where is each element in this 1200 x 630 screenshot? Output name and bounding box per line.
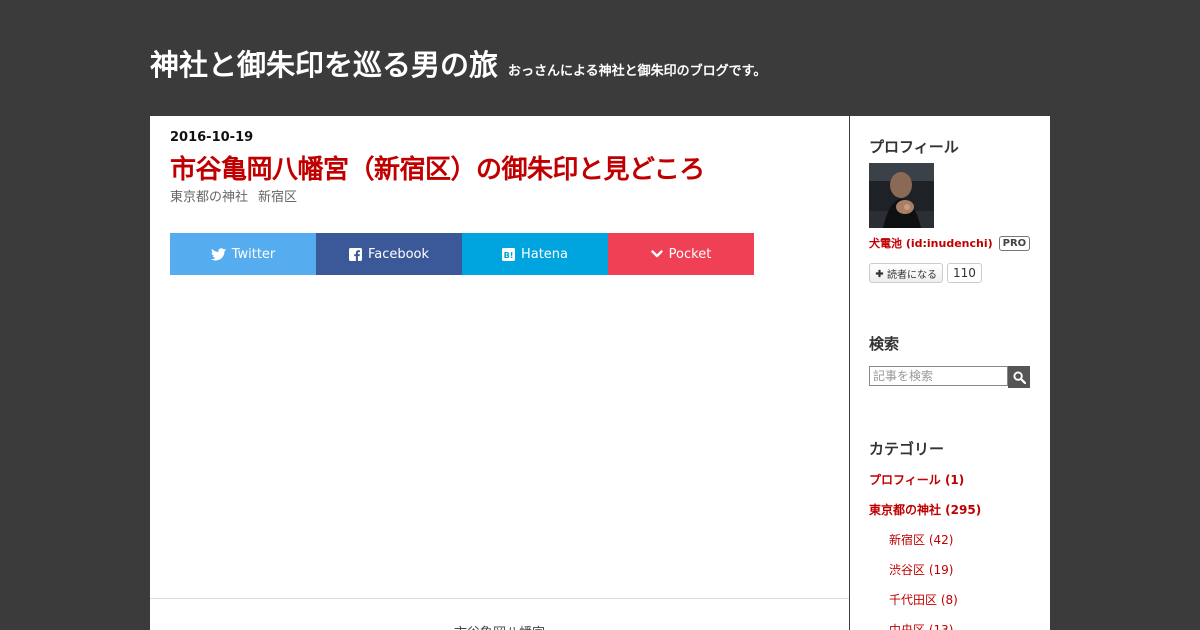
blog-title-link[interactable]: 神社と御朱印を巡る男の旅 bbox=[150, 42, 498, 84]
hatena-bookmark-button[interactable]: B! Hatena bbox=[462, 233, 608, 275]
profile-heading: プロフィール bbox=[869, 138, 959, 156]
search-icon bbox=[1012, 370, 1026, 384]
pocket-chevron-icon bbox=[650, 250, 663, 258]
map-caption: 市谷亀岡八幡宮 bbox=[150, 622, 849, 630]
main-content: 2016-10-19 市谷亀岡八幡宮（新宿区）の御朱印と見どころ 東京都の神社 … bbox=[150, 116, 849, 630]
plus-icon bbox=[875, 269, 884, 277]
entry-category-link[interactable]: 新宿区 bbox=[258, 186, 297, 205]
facebook-icon bbox=[348, 247, 362, 261]
pro-badge[interactable]: PRO bbox=[998, 235, 1031, 251]
facebook-label: Facebook bbox=[367, 246, 430, 262]
category-link-shibuya[interactable]: 渋谷区 (19) bbox=[869, 561, 981, 591]
subscribe-label: 読者になる bbox=[887, 269, 937, 281]
blog-header: 神社と御朱印を巡る男の旅 おっさんによる神社と御朱印のブログです。 bbox=[150, 42, 766, 84]
profile-avatar[interactable] bbox=[869, 163, 934, 228]
subscribe-row: 読者になる 110 bbox=[869, 263, 982, 283]
content-divider bbox=[150, 598, 849, 599]
entry-date[interactable]: 2016-10-19 bbox=[170, 130, 253, 145]
search-button[interactable] bbox=[1008, 366, 1030, 388]
search-input[interactable] bbox=[869, 366, 1008, 386]
sidebar: プロフィール 犬電池 (id:inudenchi) PRO 読者になる 110 … bbox=[850, 116, 1050, 630]
categories-heading: カテゴリー bbox=[869, 440, 945, 458]
twitter-label: Twitter bbox=[231, 246, 276, 262]
search-form bbox=[869, 366, 1030, 388]
share-buttons: Twitter Facebook B! Hatena Pocket bbox=[170, 233, 754, 275]
search-heading: 検索 bbox=[869, 335, 900, 353]
category-link-chuo[interactable]: 中央区 (13) bbox=[869, 621, 981, 630]
profile-name-row: 犬電池 (id:inudenchi) PRO bbox=[869, 235, 1031, 251]
entry-categories: 東京都の神社 新宿区 bbox=[170, 186, 297, 205]
entry-title-link[interactable]: 市谷亀岡八幡宮（新宿区）の御朱印と見どころ bbox=[170, 149, 705, 186]
twitter-icon bbox=[210, 247, 226, 260]
hatena-label: Hatena bbox=[520, 246, 569, 262]
profile-name-link[interactable]: 犬電池 (id:inudenchi) bbox=[869, 235, 993, 251]
pocket-save-button[interactable]: Pocket bbox=[608, 233, 754, 275]
category-link-shinjuku[interactable]: 新宿区 (42) bbox=[869, 531, 981, 561]
avatar-photo bbox=[869, 163, 934, 228]
entry-category-link[interactable]: 東京都の神社 bbox=[170, 186, 248, 205]
category-link-chiyoda[interactable]: 千代田区 (8) bbox=[869, 591, 981, 621]
twitter-share-button[interactable]: Twitter bbox=[170, 233, 316, 275]
category-link-profile[interactable]: プロフィール (1) bbox=[869, 471, 981, 501]
facebook-share-button[interactable]: Facebook bbox=[316, 233, 462, 275]
page: 神社と御朱印を巡る男の旅 おっさんによる神社と御朱印のブログです。 2016-1… bbox=[0, 0, 1200, 630]
svg-text:B!: B! bbox=[504, 250, 514, 260]
subscribe-button[interactable]: 読者になる bbox=[869, 263, 943, 283]
hatena-bookmark-icon: B! bbox=[501, 247, 515, 261]
category-link-tokyo-shrines[interactable]: 東京都の神社 (295) bbox=[869, 501, 981, 531]
blog-description: おっさんによる神社と御朱印のブログです。 bbox=[508, 64, 767, 79]
category-list: プロフィール (1) 東京都の神社 (295) 新宿区 (42) 渋谷区 (19… bbox=[869, 471, 981, 630]
pocket-label: Pocket bbox=[668, 246, 712, 262]
subscriber-count: 110 bbox=[947, 263, 982, 283]
